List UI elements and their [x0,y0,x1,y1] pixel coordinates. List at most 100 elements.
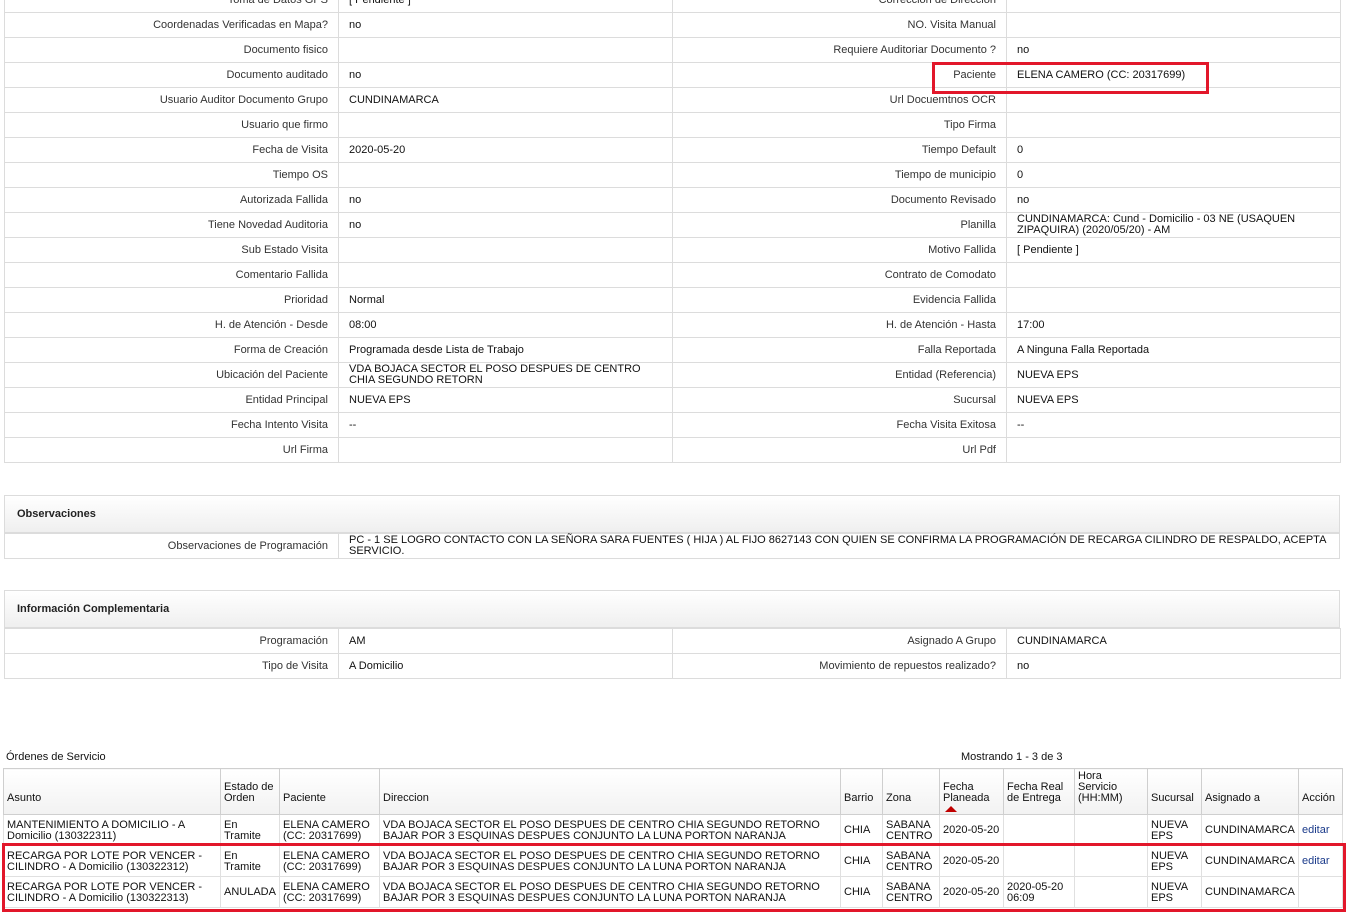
cell-zona: SABANA CENTRO [882,845,940,877]
complementaria-title: Información Complementaria [4,590,1340,628]
field-value-url-pdf [1006,437,1341,463]
detail-row: Comentario Fallida Contrato de Comodato [4,262,1341,288]
cell-hora-servicio-hh-mm [1074,814,1148,846]
column-header-label: Estado de Orden [224,781,274,804]
column-header-hora-servicio-hh-mm[interactable]: Hora Servicio (HH:MM) [1074,768,1148,815]
field-value-movimiento-de-repuestos-realizado: no [1006,653,1341,679]
field-value-entidad-referencia: NUEVA EPS [1006,362,1341,388]
cell-sucursal: NUEVA EPS [1147,845,1202,877]
observaciones-label: Observaciones de Programación [4,533,339,559]
column-header-label: Direccion [383,792,429,804]
sort-ascending-icon[interactable] [945,806,957,812]
field-value-sucursal: NUEVA EPS [1006,387,1341,413]
detail-row: Tiene Novedad Auditoria no Planilla CUNDINA… [4,212,1341,238]
field-value-evidencia-fallida [1006,287,1341,313]
field-label-url-docuemtnos-ocr: Url Docuemtnos OCR [672,87,1007,113]
field-value-motivo-fallida: [ Pendiente ] [1006,237,1341,263]
field-value-coordenadas-verificadas-en-mapa: no [338,12,673,38]
field-value-h-de-atencion-hasta: 17:00 [1006,312,1341,338]
field-label-h-de-atencion-desde: H. de Atención - Desde [4,312,339,338]
column-header-paciente[interactable]: Paciente [279,768,380,815]
field-value-prioridad: Normal [338,287,673,313]
detail-row: Prioridad Normal Evidencia Fallida [4,287,1341,313]
column-header-sucursal[interactable]: Sucursal [1147,768,1202,815]
cell-accion [1298,876,1343,908]
cell-asignado-a: CUNDINAMARCA [1201,814,1299,846]
field-value-programacion: AM [338,628,673,654]
edit-link[interactable]: editar [1302,824,1330,836]
field-value-tipo-de-visita: A Domicilio [338,653,673,679]
column-header-fecha-planeada[interactable]: Fecha Planeada [939,768,1004,815]
field-label-autorizada-fallida: Autorizada Fallida [4,187,339,213]
cell-estado-de-orden: ANULADA [220,876,280,908]
field-value-entidad-principal: NUEVA EPS [338,387,673,413]
table-row: MANTENIMIENTO A DOMICILIO - A Domicilio … [3,814,1343,846]
field-value-documento-fisico [338,37,673,63]
field-label-correccion-de-direccion: Corrección de Dirección [672,0,1007,13]
cell-accion: editar [1298,845,1343,877]
field-value-url-firma [338,437,673,463]
field-label-contrato-de-comodato: Contrato de Comodato [672,262,1007,288]
column-header-asunto[interactable]: Asunto [3,768,221,815]
field-value-falla-reportada: A Ninguna Falla Reportada [1006,337,1341,363]
cell-estado-de-orden: En Tramite [220,814,280,846]
detail-row: Documento fisico Requiere Auditoriar Docu… [4,37,1341,63]
detail-row: Entidad Principal NUEVA EPS Sucursal NUEVA … [4,387,1341,413]
column-header-estado-de-orden[interactable]: Estado de Orden [220,768,280,815]
field-label-falla-reportada: Falla Reportada [672,337,1007,363]
field-label-planilla: Planilla [672,212,1007,238]
field-value-planilla: CUNDINAMARCA: Cund - Domicilio - 03 NE (… [1006,212,1341,238]
cell-asunto: RECARGA POR LOTE POR VENCER - CILINDRO -… [3,845,221,877]
column-header-barrio[interactable]: Barrio [840,768,883,815]
cell-barrio: CHIA [840,876,883,908]
column-header-accion[interactable]: Acción [1298,768,1343,815]
detail-row: Ubicación del Paciente VDA BOJACA SECTOR … [4,362,1341,388]
field-label-tiempo-de-municipio: Tiempo de municipio [672,162,1007,188]
field-label-asignado-a-grupo: Asignado A Grupo [672,628,1007,654]
edit-link[interactable]: editar [1302,855,1330,867]
field-label-tiene-novedad-auditoria: Tiene Novedad Auditoria [4,212,339,238]
observaciones-section: Observaciones Observaciones de Programac… [4,495,1340,559]
field-value-fecha-visita-exitosa: -- [1006,412,1341,438]
cell-direccion: VDA BOJACA SECTOR EL POSO DESPUES DE CEN… [379,876,841,908]
field-label-documento-fisico: Documento fisico [4,37,339,63]
column-header-zona[interactable]: Zona [882,768,940,815]
column-header-label: Asunto [7,792,42,804]
field-label-movimiento-de-repuestos-realizado: Movimiento de repuestos realizado? [672,653,1007,679]
field-label-usuario-que-firmo: Usuario que firmo [4,112,339,138]
detail-row: Usuario que firmo Tipo Firma [4,112,1341,138]
cell-asunto: MANTENIMIENTO A DOMICILIO - A Domicilio … [3,814,221,846]
cell-accion: editar [1298,814,1343,846]
cell-asunto: RECARGA POR LOTE POR VENCER - CILINDRO -… [3,876,221,908]
complementaria-row: Programación AM Asignado A Grupo CUNDINAMAR… [4,628,1341,654]
column-header-asignado-a[interactable]: Asignado a [1201,768,1299,815]
detail-row: Usuario Auditor Documento Grupo CUNDINAMA… [4,87,1341,113]
field-label-no-visita-manual: NO. Visita Manual [672,12,1007,38]
field-value-contrato-de-comodato [1006,262,1341,288]
field-value-correccion-de-direccion [1006,0,1341,13]
field-label-entidad-principal: Entidad Principal [4,387,339,413]
cell-asignado-a: CUNDINAMARCA [1201,845,1299,877]
field-label-usuario-auditor-documento-grupo: Usuario Auditor Documento Grupo [4,87,339,113]
field-value-h-de-atencion-desde: 08:00 [338,312,673,338]
cell-hora-servicio-hh-mm [1074,845,1148,877]
cell-fecha-real-de-entrega [1003,845,1075,877]
field-value-sub-estado-visita [338,237,673,263]
field-value-paciente: ELENA CAMERO (CC: 20317699) [1006,62,1341,88]
column-header-fecha-real-de-entrega[interactable]: Fecha Real de Entrega [1003,768,1075,815]
cell-direccion: VDA BOJACA SECTOR EL POSO DESPUES DE CEN… [379,814,841,846]
cell-estado-de-orden: En Tramite [220,845,280,877]
column-header-direccion[interactable]: Direccion [379,768,841,815]
field-value-tipo-firma [1006,112,1341,138]
observaciones-value: PC - 1 SE LOGRO CONTACTO CON LA SEÑORA S… [338,533,1340,559]
field-label-toma-de-datos-gps: Toma de Datos GPS [4,0,339,13]
field-value-tiempo-de-municipio: 0 [1006,162,1341,188]
field-label-forma-de-creacion: Forma de Creación [4,337,339,363]
cell-fecha-planeada: 2020-05-20 [939,845,1004,877]
field-value-documento-auditado: no [338,62,673,88]
column-header-label: Barrio [844,792,874,804]
cell-fecha-real-de-entrega [1003,814,1075,846]
field-label-motivo-fallida: Motivo Fallida [672,237,1007,263]
field-value-asignado-a-grupo: CUNDINAMARCA [1006,628,1341,654]
column-header-label: Sucursal [1151,792,1194,804]
